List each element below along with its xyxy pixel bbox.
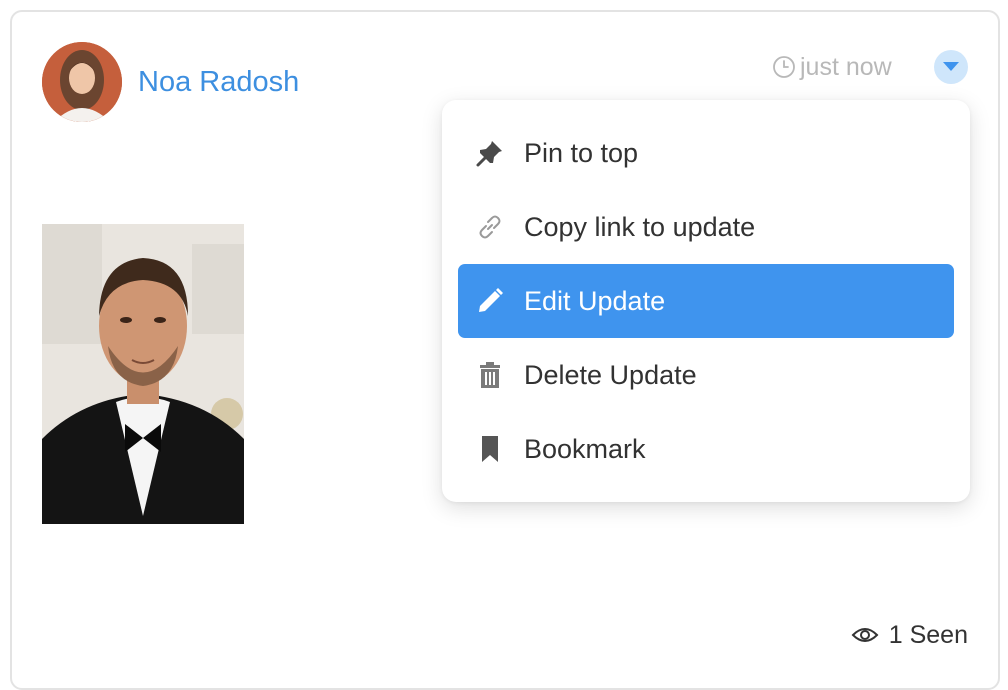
update-menu-toggle[interactable] [934,50,968,84]
menu-item-label: Copy link to update [524,211,756,242]
avatar[interactable] [42,42,122,122]
caret-down-icon [943,62,959,71]
pencil-icon [474,285,506,317]
menu-item-label: Pin to top [524,137,639,168]
timestamp-text: just now [800,53,892,81]
post-photo[interactable] [42,224,244,524]
menu-item-pin-to-top[interactable]: Pin to top [458,116,954,190]
author-name-link[interactable]: Noa Radosh [138,62,299,102]
menu-item-label: Edit Update [524,285,666,316]
link-icon [474,211,506,243]
menu-item-delete-update[interactable]: Delete Update [458,338,954,412]
menu-item-bookmark[interactable]: Bookmark [458,412,954,486]
pin-icon [474,137,506,169]
menu-item-copy-link[interactable]: Copy link to update [458,190,954,264]
update-options-menu: Pin to top Copy link to update Edit Upda… [442,100,970,502]
seen-count: 1 Seen [888,621,968,649]
menu-item-label: Bookmark [524,433,646,464]
timestamp: just now [772,50,892,84]
bookmark-icon [474,433,506,465]
menu-item-edit-update[interactable]: Edit Update [458,264,954,338]
trash-icon [474,359,506,391]
clock-icon [773,56,795,78]
seen-indicator[interactable]: 1 Seen [851,618,968,652]
menu-item-label: Delete Update [524,359,697,390]
eye-icon [851,628,879,642]
